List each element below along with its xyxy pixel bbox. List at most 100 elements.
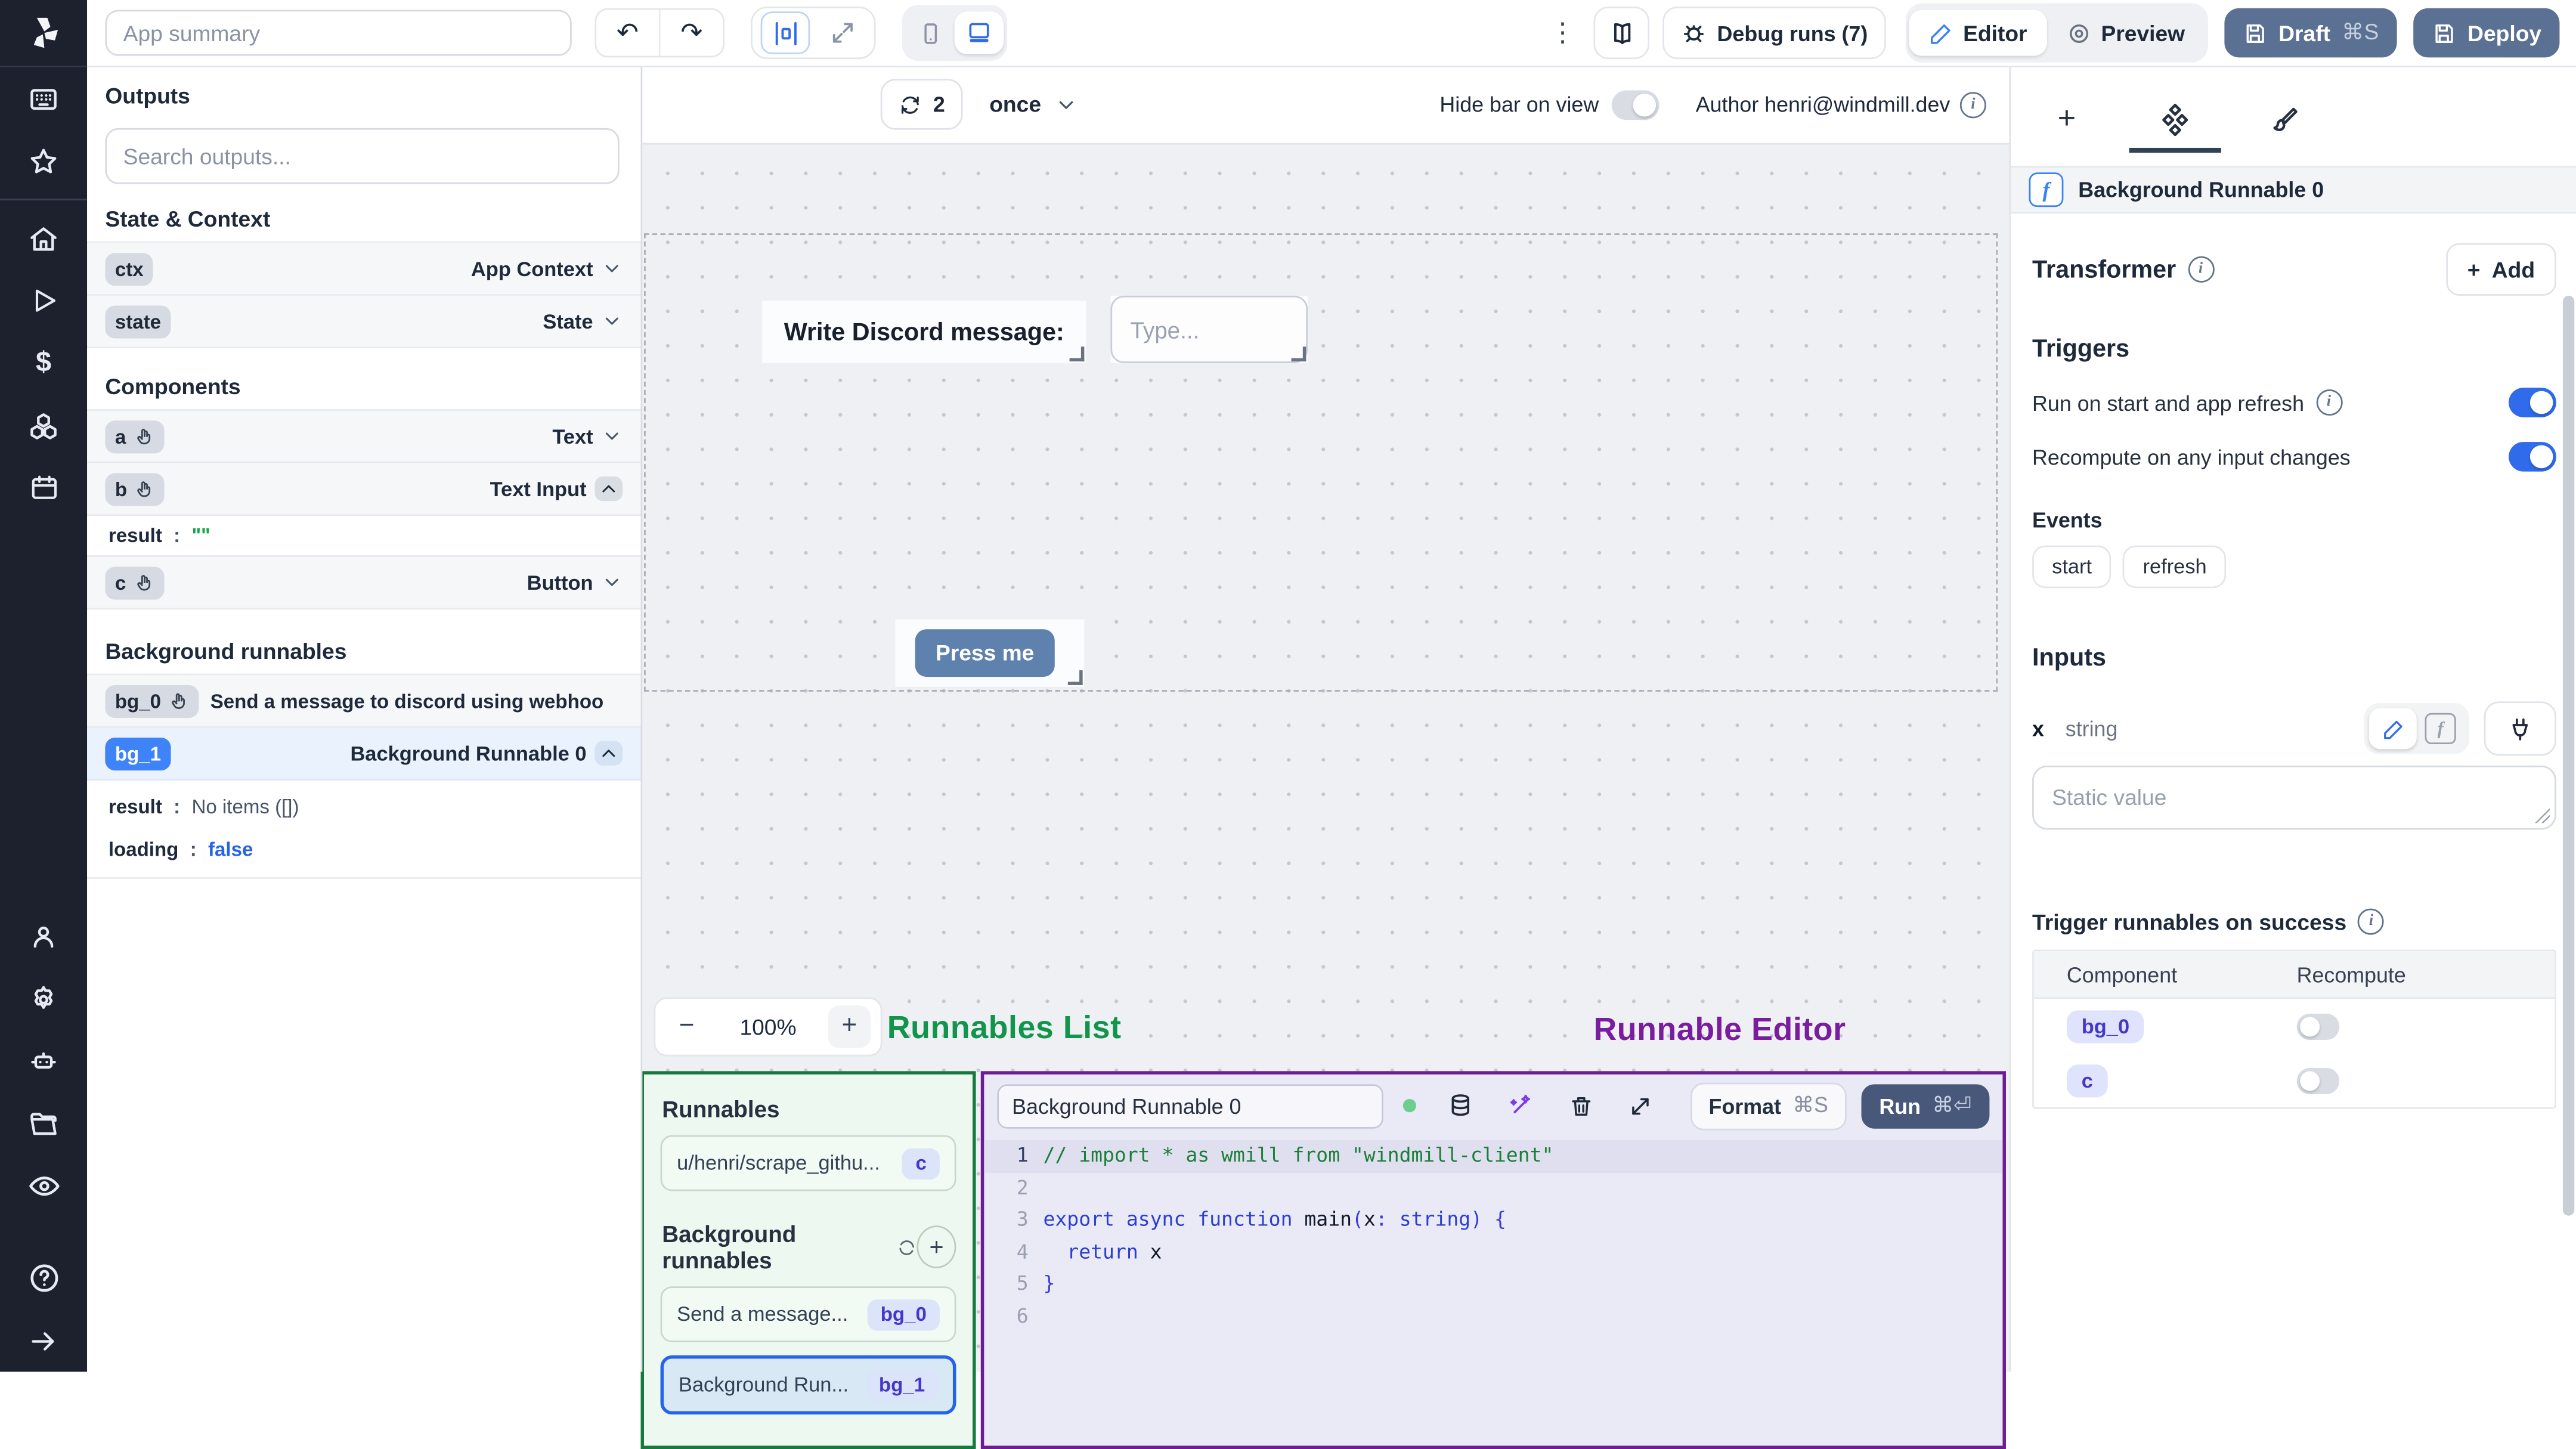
eval-mode-button[interactable]: f (2417, 708, 2464, 749)
chevron-down-icon[interactable] (601, 311, 623, 332)
search-outputs-input[interactable] (105, 128, 620, 184)
deploy-button[interactable]: Deploy (2413, 8, 2560, 58)
scrollbar-thumb[interactable] (2562, 295, 2575, 1216)
runnable-item-bg1-selected[interactable]: Background Run... bg_1 (660, 1355, 956, 1415)
events-title: Events (2032, 507, 2103, 532)
bg1-result-row: result: No items ([]) (87, 785, 641, 828)
workers-robot-icon[interactable] (0, 1030, 87, 1093)
expand-editor-icon[interactable] (1621, 1084, 1661, 1127)
chevron-up-icon[interactable] (595, 741, 623, 766)
run-button[interactable]: Run ⌘⏎ (1861, 1083, 1990, 1128)
resize-grip-icon[interactable] (2535, 808, 2550, 823)
diamonds-icon (2162, 104, 2188, 137)
c-pill[interactable]: c (2066, 1063, 2108, 1097)
resize-handle[interactable] (1067, 670, 1083, 685)
home-icon[interactable] (0, 207, 87, 270)
resize-handle[interactable] (1291, 346, 1306, 362)
schedules-calendar-icon[interactable] (0, 457, 87, 519)
runnable-item-c[interactable]: u/henri/scrape_githu... c (660, 1135, 956, 1191)
bg0-recompute-toggle[interactable] (2296, 1013, 2340, 1039)
c-recompute-toggle[interactable] (2296, 1067, 2340, 1094)
resize-handle[interactable] (1069, 346, 1085, 362)
chevron-down-icon[interactable] (601, 426, 623, 447)
chevron-up-icon[interactable] (595, 476, 623, 501)
apps-icon[interactable] (0, 67, 87, 130)
resources-cubes-icon[interactable] (0, 394, 87, 457)
add-transformer-button[interactable]: + Add (2445, 243, 2556, 296)
button-component[interactable]: Press me (895, 619, 1085, 687)
output-row-c[interactable]: c Button (87, 555, 641, 610)
runnable-settings-panel: + f Background Runnable 0 Transformer i … (2009, 66, 2576, 1373)
zoom-out-button[interactable]: − (665, 1005, 708, 1048)
col-component: Component (2066, 962, 2178, 987)
app-summary-input[interactable] (105, 10, 572, 56)
save-icon (2435, 23, 2453, 42)
runnable-name-input[interactable] (997, 1083, 1384, 1128)
favorites-star-icon[interactable] (0, 130, 87, 193)
static-value-input[interactable]: Static value (2032, 765, 2556, 830)
runs-play-icon[interactable] (0, 270, 87, 332)
collapse-arrow-icon[interactable] (0, 1310, 87, 1373)
output-row-b[interactable]: b Text Input (87, 463, 641, 516)
text-component[interactable]: Write Discord message: (762, 301, 1086, 363)
docs-book-button[interactable] (1593, 7, 1650, 60)
cache-db-icon[interactable] (1441, 1084, 1481, 1127)
trigger-run-on-start: Run on start and app refresh i (2032, 388, 2556, 417)
output-row-state[interactable]: state State (87, 295, 641, 349)
info-icon[interactable]: i (1959, 91, 1986, 117)
hand-pointer-icon (137, 574, 150, 590)
ai-wand-icon[interactable] (1501, 1084, 1541, 1127)
output-row-a[interactable]: a Text (87, 409, 641, 463)
help-icon[interactable] (0, 1247, 87, 1310)
connect-plug-button[interactable] (2484, 701, 2556, 756)
press-me-button[interactable]: Press me (915, 629, 1055, 677)
tab-editor[interactable]: Editor (1909, 10, 2047, 56)
interval-select[interactable]: once (989, 92, 1077, 117)
undo-button[interactable]: ↶ (596, 10, 659, 56)
debug-runs-button[interactable]: Debug runs (7) (1662, 7, 1886, 60)
insert-component-tab[interactable]: + (2047, 100, 2086, 140)
zoom-in-button[interactable]: + (828, 1005, 871, 1048)
settings-gear-icon[interactable] (0, 968, 87, 1031)
output-row-ctx[interactable]: ctx App Context (87, 241, 641, 296)
output-row-bg1[interactable]: bg_1 Background Runnable 0 (87, 727, 641, 781)
mobile-view-button[interactable] (905, 11, 955, 54)
settings-diamond-tab[interactable] (2129, 100, 2221, 153)
output-row-bg0[interactable]: bg_0 Send a message to discord using web… (87, 673, 641, 728)
text-input-field[interactable]: Type... (1110, 295, 1308, 363)
center-align-button[interactable] (760, 11, 810, 54)
bg0-pill[interactable]: bg_0 (2066, 1010, 2144, 1043)
folders-icon[interactable] (0, 1093, 87, 1156)
draft-button[interactable]: Draft ⌘S (2224, 8, 2397, 58)
fullscreen-expand-button[interactable] (820, 13, 866, 52)
text-input-component[interactable]: Type... (1110, 295, 1308, 363)
windmill-logo[interactable] (0, 0, 88, 67)
runnable-item-bg0[interactable]: Send a message... bg_0 (660, 1286, 956, 1342)
desktop-view-button[interactable] (954, 11, 1004, 54)
user-icon[interactable] (0, 906, 87, 968)
chevron-down-icon[interactable] (601, 572, 623, 593)
add-background-runnable-button[interactable]: + (917, 1225, 956, 1268)
refresh-count-button[interactable]: 2 (880, 79, 964, 130)
info-icon[interactable]: i (2358, 908, 2385, 935)
delete-trash-icon[interactable] (1561, 1084, 1601, 1127)
info-icon[interactable]: i (2315, 389, 2342, 416)
chevron-down-icon[interactable] (601, 258, 623, 280)
static-pen-mode-button[interactable] (2368, 708, 2417, 750)
audit-eye-icon[interactable] (0, 1156, 87, 1218)
redo-button[interactable]: ↷ (658, 10, 723, 56)
recompute-toggle[interactable] (2509, 442, 2556, 472)
theme-brush-tab[interactable] (2264, 100, 2303, 140)
variables-dollar-icon[interactable]: $ (0, 332, 87, 395)
author-info: Author henri@windmill.dev i (1696, 91, 1986, 117)
info-icon[interactable]: i (2187, 256, 2214, 283)
tab-preview[interactable]: Preview (2047, 10, 2205, 56)
canvas-area: 2 once Hide bar on view Author henri@win… (640, 66, 2010, 1449)
code-editor[interactable]: 1 // import * as wmill from "windmill-cl… (984, 1140, 2003, 1445)
hide-bar-toggle[interactable] (1612, 89, 1660, 119)
triggers-title: Triggers (2032, 335, 2130, 363)
canvas-grid[interactable]: Write Discord message: Type... Press me … (640, 143, 2010, 1449)
format-button[interactable]: Format ⌘S (1690, 1082, 1847, 1130)
run-on-start-toggle[interactable] (2509, 388, 2556, 417)
more-menu-button[interactable]: ⋮ (1544, 17, 1581, 49)
